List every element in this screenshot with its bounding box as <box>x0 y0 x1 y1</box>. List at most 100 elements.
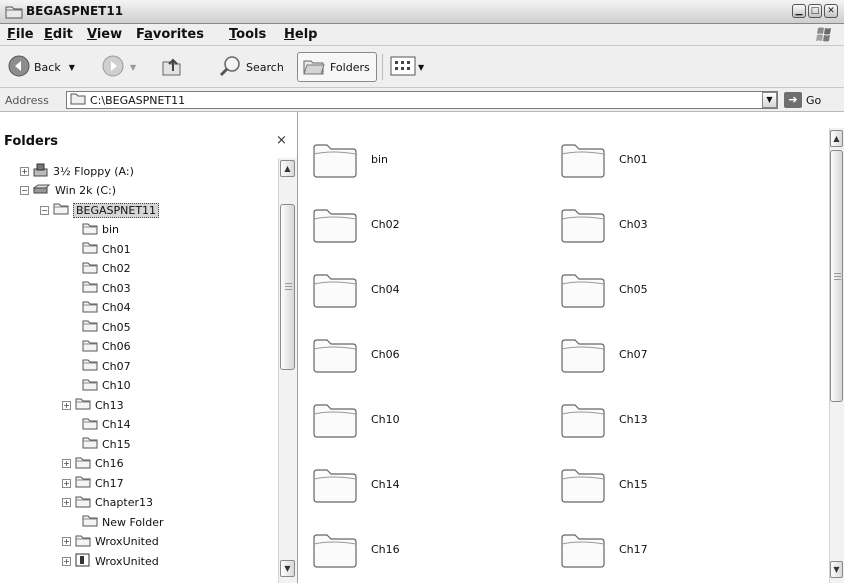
folder-icon <box>311 461 359 508</box>
tree-node[interactable]: + Chapter13 <box>62 494 153 512</box>
address-input[interactable]: C:\BEGASPNET11 <box>66 91 778 109</box>
menu-edit[interactable]: Edit <box>44 27 73 42</box>
menu-bar: File Edit View Favorites Tools Help <box>0 24 844 46</box>
expand-icon[interactable]: + <box>62 400 71 410</box>
back-label: Back <box>34 60 61 74</box>
tree-node[interactable]: + WroxUnited <box>62 533 159 551</box>
tree-node[interactable]: Ch10 <box>82 377 131 395</box>
toolbar: Back ▼ ▼ Search Folders ▼ <box>0 46 844 88</box>
tree-node[interactable]: + Ch17 <box>62 474 124 492</box>
chevron-down-icon[interactable]: ▼ <box>418 63 424 72</box>
folder-icon <box>311 201 359 248</box>
folder-item[interactable]: Ch14 <box>311 459 400 509</box>
tree-node[interactable]: Ch07 <box>82 357 131 375</box>
scroll-thumb[interactable] <box>830 150 843 402</box>
tree-node[interactable]: Ch05 <box>82 318 131 336</box>
folder-item[interactable]: Ch16 <box>311 524 400 574</box>
folder-icon <box>82 300 98 316</box>
folder-item[interactable]: Ch01 <box>559 134 648 184</box>
tree-node[interactable]: Ch06 <box>82 338 131 356</box>
folder-item[interactable]: bin <box>311 134 388 184</box>
folder-icon <box>82 358 98 374</box>
tree-scrollbar[interactable]: ▲ ▼ <box>278 158 297 583</box>
maximize-button[interactable]: □ <box>808 4 822 18</box>
folder-item[interactable]: Ch07 <box>559 329 648 379</box>
expand-icon[interactable]: + <box>62 537 71 546</box>
folder-icon <box>559 201 607 248</box>
scroll-up-button[interactable]: ▲ <box>830 130 843 147</box>
menu-file[interactable]: File <box>7 27 34 42</box>
folder-item[interactable]: Ch17 <box>559 524 648 574</box>
menu-view[interactable]: View <box>87 27 122 42</box>
folder-icon <box>82 339 98 355</box>
folder-contents-view: bin Ch01 Ch02 Ch03 Ch04 Ch05 Ch06 Ch07 Ch10 Ch13 C… <box>299 112 829 583</box>
forward-button[interactable]: ▼ <box>102 52 136 82</box>
up-folder-icon <box>160 54 184 81</box>
tree-node[interactable]: Ch03 <box>82 279 131 297</box>
tree-node-label: bin <box>102 223 120 236</box>
folders-toggle-button[interactable]: Folders <box>297 52 377 82</box>
tree-node[interactable]: +3½ Floppy (A:) <box>20 162 134 180</box>
tree-node[interactable]: Ch02 <box>82 260 131 278</box>
folder-item[interactable]: Ch02 <box>311 199 400 249</box>
folder-item-label: Ch03 <box>619 217 648 231</box>
back-arrow-icon <box>8 55 30 80</box>
scroll-up-button[interactable]: ▲ <box>280 160 295 177</box>
folder-item[interactable]: Ch13 <box>559 394 648 444</box>
tree-node[interactable]: + WroxUnited <box>62 552 159 570</box>
close-button[interactable]: ✕ <box>824 4 838 18</box>
menu-favorites[interactable]: Favorites <box>136 27 204 42</box>
folders-pane: Folders × +3½ Floppy (A:) − Win 2k (C:) − BE… <box>0 112 298 583</box>
folder-item-label: Ch14 <box>371 477 400 491</box>
scroll-down-button[interactable]: ▼ <box>830 561 843 578</box>
go-button[interactable]: ➜ Go <box>784 91 821 109</box>
collapse-icon[interactable]: − <box>40 205 49 215</box>
folder-item-label: Ch15 <box>619 477 648 491</box>
scroll-thumb[interactable] <box>280 204 295 370</box>
menu-help[interactable]: Help <box>284 27 317 42</box>
search-button[interactable]: Search <box>218 52 284 82</box>
address-dropdown-button[interactable]: ▼ <box>762 92 777 108</box>
folder-item[interactable]: Ch10 <box>311 394 400 444</box>
menu-tools[interactable]: Tools <box>229 27 266 42</box>
expand-icon[interactable]: + <box>62 459 71 468</box>
folder-icon <box>82 417 98 433</box>
chevron-down-icon[interactable]: ▼ <box>69 63 75 72</box>
expand-icon[interactable]: + <box>62 498 71 507</box>
views-button[interactable]: ▼ <box>390 52 424 82</box>
tree-node[interactable]: − BEGASPNET11 <box>40 201 160 219</box>
tree-node[interactable]: New Folder <box>82 513 163 531</box>
minimize-button[interactable]: ▁ <box>792 4 806 18</box>
chevron-down-icon[interactable]: ▼ <box>130 63 136 72</box>
expand-icon[interactable]: + <box>20 166 29 176</box>
forward-arrow-icon <box>102 55 124 80</box>
folder-icon <box>5 4 23 22</box>
tree-node[interactable]: Ch14 <box>82 416 131 434</box>
scroll-down-button[interactable]: ▼ <box>280 560 295 577</box>
folder-item[interactable]: Ch06 <box>311 329 400 379</box>
tree-node[interactable]: Ch15 <box>82 435 131 453</box>
expand-icon[interactable]: + <box>62 556 71 566</box>
expand-icon[interactable]: + <box>62 478 71 488</box>
tree-node[interactable]: + Ch16 <box>62 455 124 473</box>
folder-item[interactable]: Ch15 <box>559 459 648 509</box>
close-pane-button[interactable]: × <box>276 133 287 148</box>
folder-item[interactable]: Ch04 <box>311 264 400 314</box>
folder-item-label: Ch06 <box>371 347 400 361</box>
collapse-icon[interactable]: − <box>20 186 29 195</box>
up-folder-button[interactable] <box>160 52 184 82</box>
tree-node[interactable]: Ch04 <box>82 299 131 317</box>
folder-icon <box>70 92 86 108</box>
folder-icon <box>311 526 359 573</box>
folder-item[interactable]: Ch05 <box>559 264 648 314</box>
folders-icon <box>302 55 326 80</box>
tree-node[interactable]: + Ch13 <box>62 396 124 414</box>
content-scrollbar[interactable]: ▲ ▼ <box>829 128 844 583</box>
back-button[interactable]: Back ▼ <box>8 52 75 82</box>
tree-node[interactable]: − Win 2k (C:) <box>20 182 116 200</box>
folder-item[interactable]: Ch03 <box>559 199 648 249</box>
tree-node[interactable]: Ch01 <box>82 240 131 258</box>
tree-node-label: 3½ Floppy (A:) <box>53 164 134 178</box>
tree-node[interactable]: bin <box>82 221 119 239</box>
folder-icon <box>82 514 98 530</box>
